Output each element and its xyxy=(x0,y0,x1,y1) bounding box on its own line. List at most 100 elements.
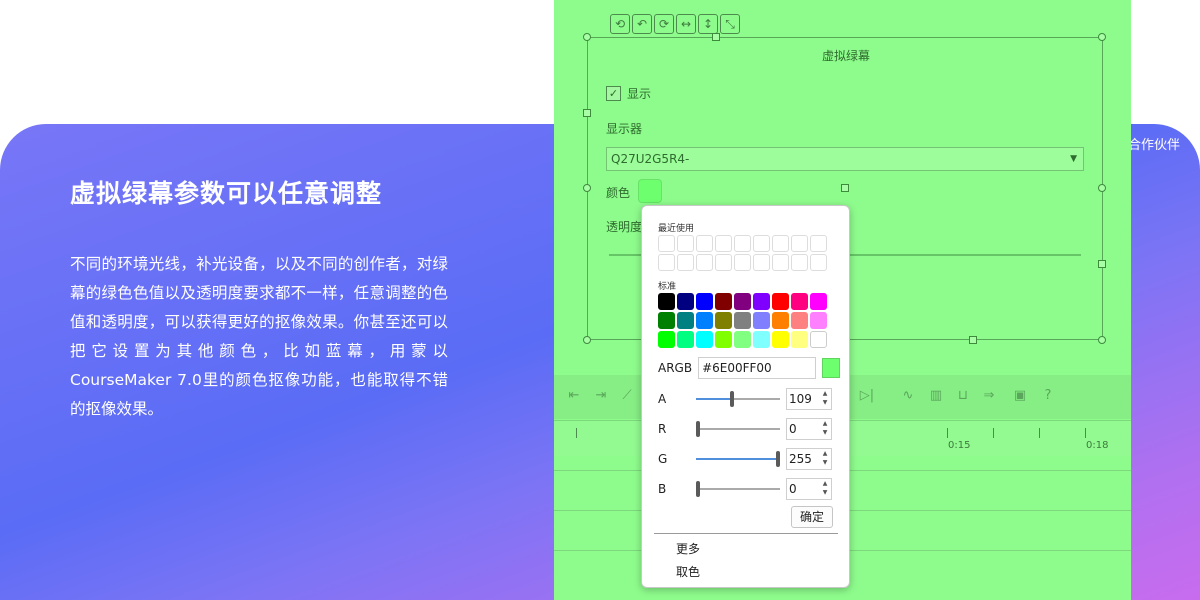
standard-color-cell[interactable] xyxy=(677,331,694,348)
recent-color-cell[interactable] xyxy=(810,235,827,252)
resize-handle-bottom-left[interactable] xyxy=(583,336,591,344)
bracket-icon[interactable]: ⊔ xyxy=(953,386,973,406)
resize-handle-top-right[interactable] xyxy=(1098,33,1106,41)
to-end-icon[interactable]: ⇥ xyxy=(591,386,611,406)
resize-handle-top[interactable] xyxy=(712,33,720,41)
recent-color-cell[interactable] xyxy=(734,254,751,271)
spinner-arrows-icon[interactable]: ▲ ▼ xyxy=(821,389,829,407)
channel-spinbox[interactable]: 0 ▲ ▼ xyxy=(786,478,832,500)
standard-color-cell[interactable] xyxy=(696,331,713,348)
standard-color-cell[interactable] xyxy=(791,331,808,348)
rotate-left-icon[interactable]: ⟲ xyxy=(610,14,630,34)
recent-color-cell[interactable] xyxy=(810,254,827,271)
resize-handle-right[interactable] xyxy=(1098,260,1106,268)
slider-thumb[interactable] xyxy=(730,391,735,407)
ok-button[interactable]: 确定 xyxy=(791,506,833,528)
resize-handle-top-left[interactable] xyxy=(583,33,591,41)
channel-spinbox[interactable]: 109 ▲ ▼ xyxy=(786,388,832,410)
standard-color-cell[interactable] xyxy=(677,312,694,329)
display-select[interactable]: Q27U2G5R4- ▼ xyxy=(606,147,1084,171)
recent-color-cell[interactable] xyxy=(715,235,732,252)
resize-handle-left-mid[interactable] xyxy=(583,184,591,192)
recent-color-cell[interactable] xyxy=(715,254,732,271)
standard-color-cell[interactable] xyxy=(696,312,713,329)
resize-handle-bottom-right[interactable] xyxy=(1098,336,1106,344)
recent-color-cell[interactable] xyxy=(677,254,694,271)
recent-color-cell[interactable] xyxy=(772,254,789,271)
standard-color-cell[interactable] xyxy=(715,293,732,310)
more-colors-menu-item[interactable]: 更多 xyxy=(676,540,700,557)
recent-color-cell[interactable] xyxy=(753,235,770,252)
image-icon[interactable]: ▣ xyxy=(1010,386,1030,406)
to-start-icon[interactable]: ⇤ xyxy=(564,386,584,406)
standard-color-cell[interactable] xyxy=(715,312,732,329)
standard-color-cell[interactable] xyxy=(734,293,751,310)
standard-color-cell[interactable] xyxy=(696,293,713,310)
resize-handle-right-mid[interactable] xyxy=(1098,184,1106,192)
recent-color-cell[interactable] xyxy=(772,235,789,252)
partner-link[interactable]: 合作伙伴 xyxy=(1128,134,1180,153)
color-swatch-button[interactable] xyxy=(638,179,662,203)
show-checkbox-row[interactable]: ✓ 显示 xyxy=(606,85,651,102)
help-icon[interactable]: ? xyxy=(1038,386,1058,406)
slider-thumb[interactable] xyxy=(696,421,700,437)
slider-thumb[interactable] xyxy=(776,451,780,467)
channel-slider-r[interactable] xyxy=(696,420,780,438)
channel-spinbox[interactable]: 255 ▲ ▼ xyxy=(786,448,832,470)
standard-colors-label: 标准 xyxy=(658,282,677,292)
standard-color-cell[interactable] xyxy=(791,312,808,329)
channel-slider-g[interactable] xyxy=(696,450,780,468)
standard-color-cell[interactable] xyxy=(810,331,827,348)
standard-color-cell[interactable] xyxy=(753,312,770,329)
recent-color-cell[interactable] xyxy=(791,254,808,271)
show-checkbox[interactable]: ✓ xyxy=(606,86,621,101)
export-icon[interactable]: ⇒ xyxy=(979,386,999,406)
standard-color-cell[interactable] xyxy=(810,312,827,329)
recent-color-cell[interactable] xyxy=(696,235,713,252)
standard-color-cell[interactable] xyxy=(658,293,675,310)
spinner-arrows-icon[interactable]: ▲ ▼ xyxy=(821,419,829,437)
recent-color-cell[interactable] xyxy=(658,235,675,252)
pick-color-menu-item[interactable]: 取色 xyxy=(676,563,700,580)
resize-diagonal-icon[interactable]: ⤡ xyxy=(720,14,740,34)
recent-color-cell[interactable] xyxy=(791,235,808,252)
channel-spinbox[interactable]: 0 ▲ ▼ xyxy=(786,418,832,440)
slider-thumb[interactable] xyxy=(696,481,700,497)
flip-vertical-icon[interactable]: ↕ xyxy=(698,14,718,34)
channel-slider-a[interactable] xyxy=(696,390,780,408)
argb-label: ARGB xyxy=(658,361,693,375)
recent-color-cell[interactable] xyxy=(658,254,675,271)
standard-color-cell[interactable] xyxy=(772,331,789,348)
standard-color-cell[interactable] xyxy=(658,312,675,329)
standard-color-cell[interactable] xyxy=(734,312,751,329)
undo-icon[interactable]: ↶ xyxy=(632,14,652,34)
resize-handle-bottom[interactable] xyxy=(969,336,977,344)
standard-color-cell[interactable] xyxy=(753,331,770,348)
standard-color-cell[interactable] xyxy=(658,331,675,348)
ruler-tick xyxy=(1039,428,1040,438)
recent-color-cell[interactable] xyxy=(734,235,751,252)
standard-color-cell[interactable] xyxy=(753,293,770,310)
recent-color-cell[interactable] xyxy=(753,254,770,271)
resize-handle-center[interactable] xyxy=(841,184,849,192)
recent-color-cell[interactable] xyxy=(696,254,713,271)
standard-color-cell[interactable] xyxy=(772,312,789,329)
standard-color-cell[interactable] xyxy=(715,331,732,348)
standard-color-cell[interactable] xyxy=(810,293,827,310)
resize-handle-left[interactable] xyxy=(583,109,591,117)
flip-horizontal-icon[interactable]: ↔ xyxy=(676,14,696,34)
standard-color-cell[interactable] xyxy=(772,293,789,310)
channel-slider-b[interactable] xyxy=(696,480,780,498)
standard-color-cell[interactable] xyxy=(791,293,808,310)
crop-icon[interactable]: ⟋ xyxy=(617,386,637,406)
spinner-arrows-icon[interactable]: ▲ ▼ xyxy=(821,479,829,497)
next-frame-icon[interactable]: ▷| xyxy=(857,386,877,406)
standard-color-cell[interactable] xyxy=(734,331,751,348)
rotate-right-icon[interactable]: ⟳ xyxy=(654,14,674,34)
recent-color-cell[interactable] xyxy=(677,235,694,252)
spinner-arrows-icon[interactable]: ▲ ▼ xyxy=(821,449,829,467)
standard-color-cell[interactable] xyxy=(677,293,694,310)
audio-wave-icon[interactable]: ∿ xyxy=(898,386,918,406)
split-icon[interactable]: ▥ xyxy=(926,386,946,406)
argb-input[interactable]: #6E00FF00 xyxy=(698,357,817,379)
